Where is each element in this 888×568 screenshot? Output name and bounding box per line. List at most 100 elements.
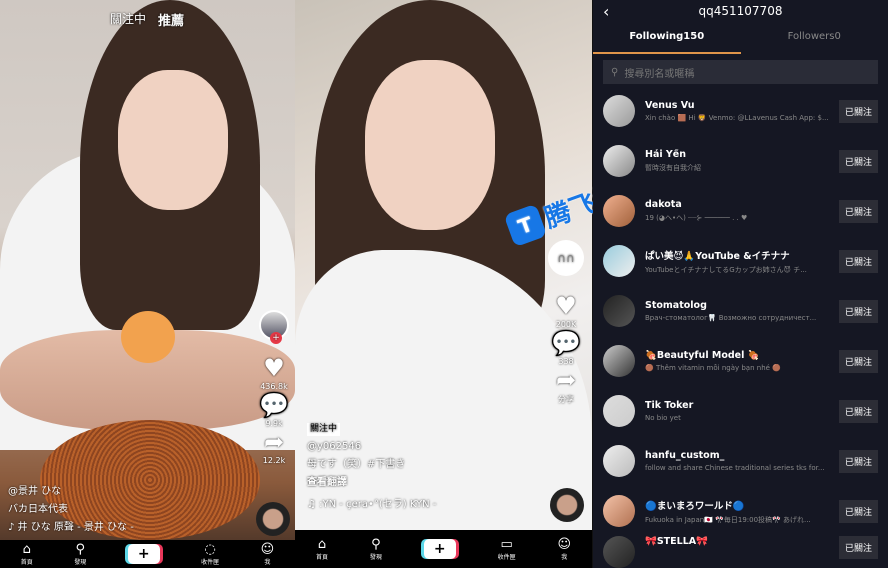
video-panel-2[interactable]: ∩∩ ♥ 200K 💬 338 ➦ 分享 關注中 @y062546 母です（笑）#下書… <box>295 0 592 568</box>
translate-link[interactable]: 查看翻譯 <box>307 474 436 492</box>
share-icon[interactable]: ➦ <box>264 428 284 456</box>
user-name[interactable]: 🔵まいまろワールド🔵 <box>645 498 831 512</box>
list-item[interactable]: 🎀ŠTELLA🎀 已關注 <box>593 536 888 568</box>
tab-followers[interactable]: Followers0 <box>741 24 888 54</box>
following-button[interactable]: 已關注 <box>838 149 878 173</box>
video-username[interactable]: @景井 ひな <box>8 483 134 501</box>
avatar[interactable] <box>603 295 635 327</box>
user-name[interactable]: ぱい美😈🙏YouTube &イチナナ <box>645 248 831 262</box>
avatar[interactable] <box>603 145 635 177</box>
nav-home[interactable]: ⌂ 首頁 <box>21 542 33 566</box>
heart-icon[interactable]: ♥ <box>263 354 285 382</box>
side-actions: + ♥ 436.8k 💬 9.9k ➦ 12.2k <box>259 310 289 465</box>
user-name[interactable]: hanfu_custom_ <box>645 450 831 461</box>
user-bio: YouTubeとイチナナしてるGカップお姉さん😈 チ... <box>645 265 807 274</box>
following-button[interactable]: 已關注 <box>838 449 878 473</box>
list-item[interactable]: Stomatolog Врач-стоматолог🦷 Возможно сотр… <box>593 286 888 336</box>
user-info: 🍖Beautyful Model 🍖 🟤 Thêm vitamin mỗi ngà… <box>645 350 831 372</box>
avatar[interactable] <box>603 495 635 527</box>
list-item[interactable]: hanfu_custom_follow and share Chinese tr… <box>593 436 888 486</box>
user-name[interactable]: Hải Yến <box>645 149 831 160</box>
comment-icon[interactable]: 💬 <box>551 329 581 357</box>
user-bio: Врач-стоматолог🦷 Возможно сотрудничест..… <box>645 314 817 322</box>
comment-icon[interactable]: 💬 <box>259 391 289 419</box>
avatar[interactable] <box>603 445 635 477</box>
following-button[interactable]: 已關注 <box>838 399 878 423</box>
following-button[interactable]: 已關注 <box>838 349 878 373</box>
user-info: 🔵まいまろワールド🔵 Fukuoka in Japan🇯🇵 🎌毎日19:00投稿🎌… <box>645 498 831 525</box>
follow-plus-icon[interactable]: + <box>270 332 282 344</box>
search-input[interactable]: ⚲ 搜尋別名或暱稱 <box>603 60 878 84</box>
user-name[interactable]: Stomatolog <box>645 300 831 311</box>
following-button[interactable]: 已關注 <box>838 536 878 559</box>
follow-tabs: Following150 Followers0 <box>593 24 888 54</box>
sticker-icon[interactable]: ∩∩ <box>548 240 584 276</box>
like-count: 200K <box>555 320 577 329</box>
nav-label: 我 <box>264 558 271 566</box>
nav-me[interactable]: ☺ 我 <box>557 537 571 561</box>
user-info: dakota 19 (◕ヘ•ヘ) ┈┈⊱ ────── . . ♥ <box>645 199 831 223</box>
like-count: 436.8k <box>260 382 288 391</box>
video-panel-1[interactable]: 關注中 推薦 + ♥ 436.8k 💬 9.9k ➦ 12.2k @景井 ひな バカ日… <box>0 0 295 568</box>
tab-for-you[interactable]: 推薦 <box>158 10 184 29</box>
following-button[interactable]: 已關注 <box>838 299 878 323</box>
search-icon: ⚲ <box>611 66 619 78</box>
avatar[interactable] <box>603 95 635 127</box>
heart-icon[interactable]: ♥ <box>555 292 577 320</box>
list-item[interactable]: 🍖Beautyful Model 🍖 🟤 Thêm vitamin mỗi ngà… <box>593 336 888 386</box>
nav-me[interactable]: ☺ 我 <box>261 542 275 566</box>
list-item[interactable]: dakota 19 (◕ヘ•ヘ) ┈┈⊱ ────── . . ♥ 已關注 <box>593 186 888 236</box>
creator-avatar[interactable]: + <box>259 310 289 344</box>
tab-following[interactable]: 關注中 <box>110 10 146 29</box>
avatar[interactable] <box>603 245 635 277</box>
share-label: 分享 <box>558 395 574 404</box>
user-info: 🎀ŠTELLA🎀 <box>645 536 831 550</box>
search-placeholder: 搜尋別名或暱稱 <box>624 68 695 80</box>
nav-discover[interactable]: ⚲ 發現 <box>370 537 382 561</box>
user-name[interactable]: dakota <box>645 199 831 210</box>
bottom-nav: ⌂ 首頁 ⚲ 發現 + ◌ 收件匣 ☺ 我 <box>0 540 295 568</box>
nav-label: 首頁 <box>315 553 328 561</box>
list-item[interactable]: Venus Vu Xin chào 🟫 Hi 🦁 Venmo: @LLavenus… <box>593 86 888 136</box>
back-icon[interactable]: ‹ <box>603 2 609 21</box>
search-icon: ⚲ <box>75 541 85 557</box>
nav-inbox[interactable]: ▭ 收件匣 <box>497 536 516 561</box>
user-bio: No bio yet <box>645 414 681 422</box>
list-item[interactable]: Hải Yến 暫時沒有自我介紹 已關注 <box>593 136 888 186</box>
user-bio: follow and share Chinese traditional ser… <box>645 464 825 472</box>
nav-discover[interactable]: ⚲ 發現 <box>74 541 86 566</box>
following-button[interactable]: 已關注 <box>838 249 878 273</box>
video-sound[interactable]: ♫ :YN - çera•°(セラ) KYN - <box>307 496 436 514</box>
user-name[interactable]: Tik Toker <box>645 400 831 411</box>
list-item[interactable]: 🔵まいまろワールド🔵 Fukuoka in Japan🇯🇵 🎌毎日19:00投稿🎌… <box>593 486 888 536</box>
list-item[interactable]: ぱい美😈🙏YouTube &イチナナ YouTubeとイチナナしてるGカップお姉さ… <box>593 236 888 286</box>
nav-inbox[interactable]: ◌ 收件匣 <box>201 542 219 566</box>
user-name[interactable]: 🍖Beautyful Model 🍖 <box>645 350 831 361</box>
following-list: Venus Vu Xin chào 🟫 Hi 🦁 Venmo: @LLavenus… <box>593 86 888 568</box>
music-disc[interactable] <box>256 502 290 536</box>
video-sound[interactable]: ♪ 井 ひな 原聲 - 景井 ひな - <box>8 519 134 537</box>
following-button[interactable]: 已關注 <box>838 499 878 523</box>
following-tag[interactable]: 關注中 <box>307 423 341 436</box>
following-button[interactable]: 已關注 <box>838 99 878 123</box>
nav-label: 收件匣 <box>497 553 516 561</box>
create-button[interactable]: + <box>423 539 456 559</box>
avatar[interactable] <box>603 395 635 427</box>
avatar[interactable] <box>603 536 635 568</box>
video-username[interactable]: @y062546 <box>307 438 436 456</box>
nav-label: 我 <box>561 553 568 561</box>
video-description: バカ日本代表 <box>8 504 68 515</box>
inbox-icon: ▭ <box>500 536 513 552</box>
list-item[interactable]: Tik Toker No bio yet 已關注 <box>593 386 888 436</box>
share-icon[interactable]: ➦ <box>556 366 576 394</box>
user-info: Stomatolog Врач-стоматолог🦷 Возможно сотр… <box>645 300 831 322</box>
user-name[interactable]: 🎀ŠTELLA🎀 <box>645 536 831 547</box>
avatar[interactable] <box>603 195 635 227</box>
nav-home[interactable]: ⌂ 首頁 <box>315 537 328 561</box>
user-name[interactable]: Venus Vu <box>645 100 831 111</box>
create-button[interactable]: + <box>127 544 160 564</box>
tab-following[interactable]: Following150 <box>593 24 741 54</box>
avatar[interactable] <box>603 345 635 377</box>
following-button[interactable]: 已關注 <box>838 199 878 223</box>
music-disc[interactable] <box>550 488 584 522</box>
